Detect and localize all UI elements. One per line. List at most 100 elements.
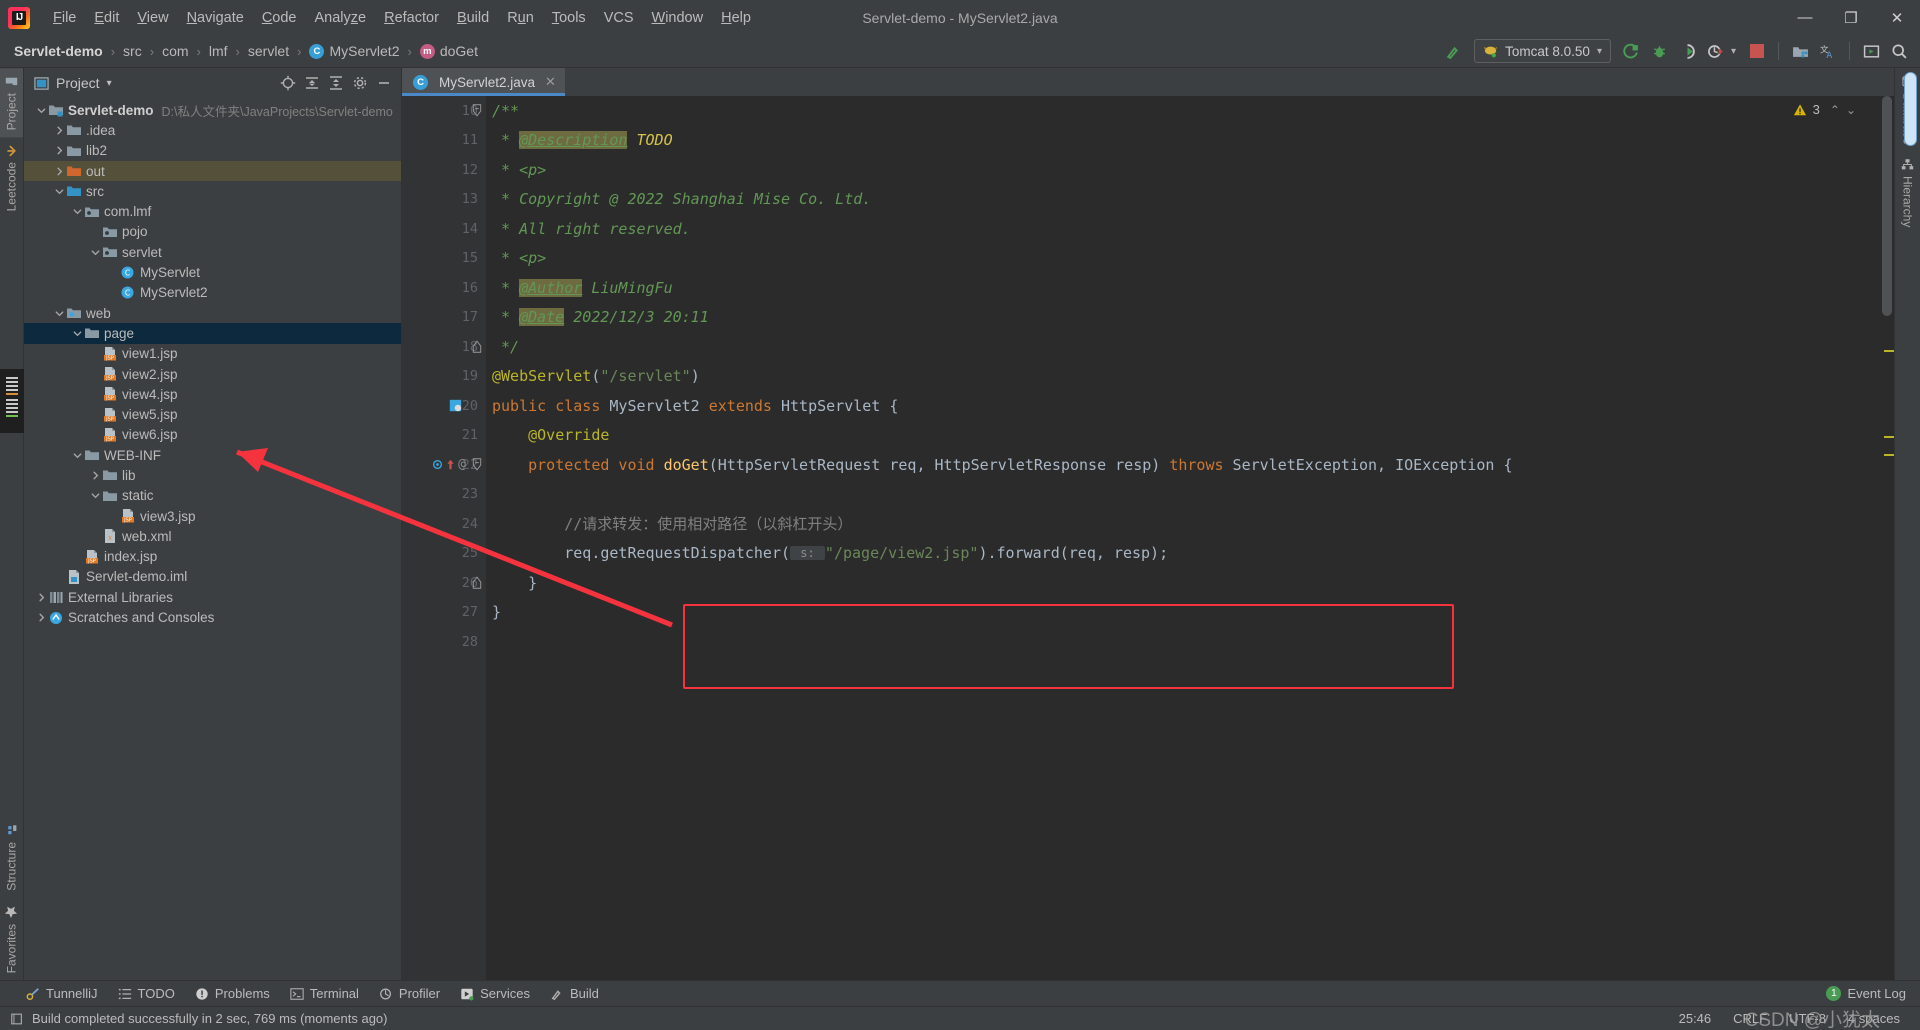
breadcrumb-item-lmf[interactable]: lmf [207, 42, 230, 60]
close-icon[interactable]: ✕ [545, 74, 556, 90]
code-line-18[interactable]: */ [492, 332, 1880, 362]
menu-window[interactable]: Window [643, 6, 713, 30]
tree-node-out[interactable]: out [24, 160, 401, 182]
profile-icon[interactable] [1703, 38, 1729, 64]
project-tree[interactable]: Servlet-demo D:\私人文件夹\JavaProjects\Servle… [24, 98, 401, 980]
bottom-tab-todo[interactable]: TODO [118, 986, 175, 1001]
code-line-19[interactable]: @WebServlet("/servlet") [492, 362, 1880, 392]
chevron-down-icon-2[interactable]: ▾ [1731, 46, 1736, 57]
menu-run[interactable]: Run [498, 6, 543, 30]
breadcrumb-item-servlet[interactable]: servlet [246, 42, 291, 60]
hide-panel-icon[interactable] [373, 72, 395, 94]
collapse-all-icon[interactable] [301, 72, 323, 94]
target-icon[interactable] [277, 72, 299, 94]
gutter-line-21[interactable]: 21 [402, 421, 486, 451]
code-line-23[interactable] [492, 480, 1880, 510]
tree-node-servlet-demo[interactable]: Servlet-demo D:\私人文件夹\JavaProjects\Servle… [24, 100, 401, 120]
code-line-24[interactable]: //请求转发：使用相对路径（以斜杠开头） [492, 509, 1880, 539]
tool-window-button-favorites[interactable]: Favorites [0, 898, 23, 980]
code-line-22[interactable]: protected void doGet (HttpServletRequest … [492, 450, 1880, 480]
code-line-20[interactable]: public class MyServlet2 extends HttpServ… [492, 391, 1880, 421]
tree-node-servlet[interactable]: servlet [24, 242, 401, 262]
bottom-tab-terminal[interactable]: Terminal [290, 986, 359, 1001]
search-icon[interactable] [1886, 38, 1912, 64]
minimize-button[interactable]: — [1782, 0, 1828, 35]
run-icon[interactable] [1619, 38, 1645, 64]
menu-tools[interactable]: Tools [543, 6, 595, 30]
chevron-down-icon[interactable] [70, 206, 84, 217]
tree-node-view6-jsp[interactable]: JSP view6.jsp [24, 425, 401, 445]
chevron-down-icon[interactable] [70, 328, 84, 339]
inspection-widget[interactable]: 3 ⌃ ⌄ [1793, 102, 1856, 117]
gutter-line-14[interactable]: 14 [402, 214, 486, 244]
code-line-27[interactable]: } [492, 598, 1880, 628]
hammer-icon[interactable] [1440, 38, 1466, 64]
gutter-line-23[interactable]: 23 [402, 480, 486, 510]
tree-node-web-xml[interactable]: Xweb.xml [24, 526, 401, 546]
chevron-up-icon[interactable]: ⌃ [1830, 103, 1840, 117]
preview-icon[interactable] [1858, 38, 1884, 64]
bottom-tab-problems[interactable]: Problems [195, 986, 270, 1001]
tool-window-button-structure[interactable]: Structure [0, 817, 23, 898]
breadcrumb-item-doget[interactable]: m doGet [418, 42, 480, 60]
menu-build[interactable]: Build [448, 6, 498, 30]
gutter-line-19[interactable]: 19 [402, 362, 486, 392]
stop-icon[interactable] [1744, 38, 1770, 64]
tree-node-com-lmf[interactable]: com.lmf [24, 201, 401, 221]
code-line-12[interactable]: * <p> [492, 155, 1880, 185]
chevron-down-icon[interactable] [70, 450, 84, 461]
menu-navigate[interactable]: Navigate [178, 6, 253, 30]
chevron-right-icon[interactable] [88, 470, 102, 481]
breadcrumb-item-servlet-demo[interactable]: Servlet-demo [12, 42, 105, 60]
tree-node--idea[interactable]: .idea [24, 120, 401, 140]
translate-icon[interactable]: 文A [1815, 38, 1841, 64]
run-coverage-icon[interactable] [1675, 38, 1701, 64]
gutter-line-24[interactable]: 24 [402, 509, 486, 539]
code-line-11[interactable]: * @Description TODO [492, 126, 1880, 156]
code-line-10[interactable]: /** [492, 96, 1880, 126]
chevron-down-icon[interactable] [34, 105, 48, 116]
tree-node-myservlet2[interactable]: C MyServlet2 [24, 283, 401, 303]
breadcrumb-item-myservlet2[interactable]: C MyServlet2 [307, 42, 401, 60]
tree-node-index-jsp[interactable]: JSP index.jsp [24, 547, 401, 567]
chevron-right-icon[interactable] [52, 145, 66, 156]
tree-node-view3-jsp[interactable]: JSP view3.jsp [24, 506, 401, 526]
chevron-down-icon[interactable] [52, 308, 66, 319]
gutter-line-15[interactable]: 15 [402, 244, 486, 274]
chevron-right-icon[interactable] [52, 125, 66, 136]
expand-all-icon[interactable] [325, 72, 347, 94]
tree-node-scratches-and-consoles[interactable]: Scratches and Consoles [24, 607, 401, 627]
ant-build-icon[interactable] [0, 368, 24, 433]
chevron-right-icon[interactable] [34, 592, 48, 603]
editor-scrollbar-right[interactable] [1904, 72, 1917, 146]
menu-code[interactable]: Code [253, 6, 306, 30]
maximize-button[interactable]: ❐ [1828, 0, 1874, 35]
bottom-tab-build[interactable]: Build [550, 986, 599, 1001]
tree-node-lib2[interactable]: lib2 [24, 141, 401, 161]
code-line-25[interactable]: req.getRequestDispatcher( s: "/page/view… [492, 539, 1880, 569]
bottom-tab-tunnellij[interactable]: TunnelliJ [26, 986, 98, 1001]
gutter-line-25[interactable]: 25 [402, 539, 486, 569]
tree-node-static[interactable]: static [24, 486, 401, 506]
tree-node-view5-jsp[interactable]: JSP view5.jsp [24, 404, 401, 424]
close-button[interactable]: ✕ [1874, 0, 1920, 35]
code-line-16[interactable]: * @Author LiuMingFu [492, 273, 1880, 303]
gutter-line-10[interactable]: 10 [402, 96, 486, 126]
breadcrumb-item-com[interactable]: com [160, 42, 190, 60]
bottom-tab-services[interactable]: Services [460, 986, 530, 1001]
tree-node-web-inf[interactable]: WEB-INF [24, 445, 401, 465]
chevron-right-icon[interactable] [52, 166, 66, 177]
gutter-line-17[interactable]: 17 [402, 303, 486, 333]
tool-window-button-leetcode[interactable]: Leetcode [0, 137, 23, 218]
gutter-line-16[interactable]: 16 [402, 273, 486, 303]
tree-node-view4-jsp[interactable]: JSP view4.jsp [24, 384, 401, 404]
caret-position[interactable]: 25:46 [1679, 1011, 1712, 1026]
editor-tab-myservlet2[interactable]: C MyServlet2.java ✕ [402, 68, 565, 96]
editor-scrollbar-thumb[interactable] [1882, 96, 1892, 316]
chevron-down-icon[interactable] [88, 490, 102, 501]
tool-window-button-project[interactable]: Project [0, 68, 23, 138]
settings-gear-icon[interactable] [349, 72, 371, 94]
code-line-17[interactable]: * @Date 2022/12/3 20:11 [492, 303, 1880, 333]
event-log-button[interactable]: 1 Event Log [1826, 986, 1920, 1001]
project-structure-icon[interactable] [1787, 38, 1813, 64]
